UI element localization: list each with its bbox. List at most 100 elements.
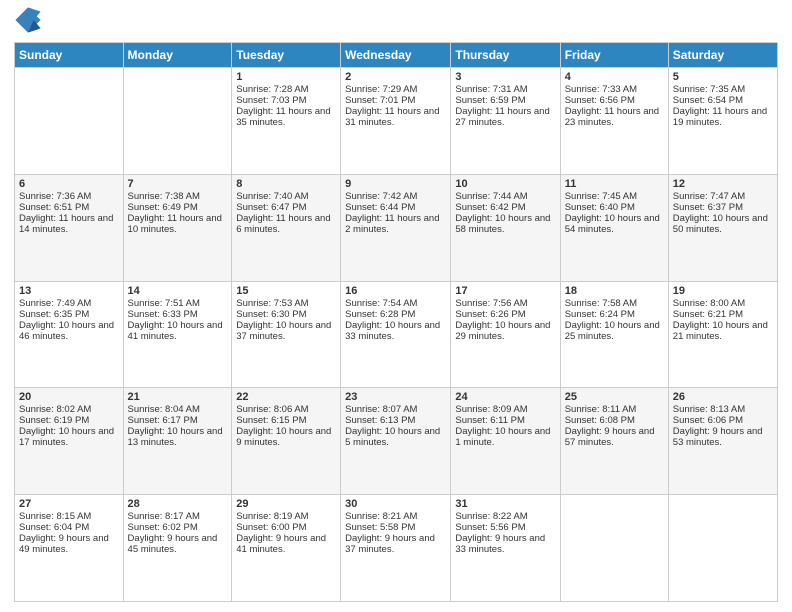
day-number: 29 [236, 498, 336, 510]
calendar-cell: 4Sunrise: 7:33 AMSunset: 6:56 PMDaylight… [560, 68, 668, 175]
sunset-text: Sunset: 6:42 PM [455, 202, 555, 213]
day-number: 4 [565, 71, 664, 83]
daylight-text: Daylight: 11 hours and 35 minutes. [236, 106, 336, 128]
sunset-text: Sunset: 6:49 PM [128, 202, 228, 213]
day-number: 1 [236, 71, 336, 83]
sunset-text: Sunset: 5:56 PM [455, 522, 555, 533]
calendar-week-row: 20Sunrise: 8:02 AMSunset: 6:19 PMDayligh… [15, 388, 778, 495]
calendar-cell: 23Sunrise: 8:07 AMSunset: 6:13 PMDayligh… [341, 388, 451, 495]
day-number: 28 [128, 498, 228, 510]
daylight-text: Daylight: 10 hours and 29 minutes. [455, 320, 555, 342]
sunrise-text: Sunrise: 7:49 AM [19, 298, 119, 309]
sunrise-text: Sunrise: 7:54 AM [345, 298, 446, 309]
calendar-cell: 12Sunrise: 7:47 AMSunset: 6:37 PMDayligh… [668, 174, 777, 281]
daylight-text: Daylight: 11 hours and 6 minutes. [236, 213, 336, 235]
day-number: 18 [565, 285, 664, 297]
sunset-text: Sunset: 6:56 PM [565, 95, 664, 106]
daylight-text: Daylight: 10 hours and 5 minutes. [345, 426, 446, 448]
day-number: 12 [673, 178, 773, 190]
day-of-week-header: Sunday [15, 43, 124, 68]
day-number: 23 [345, 391, 446, 403]
page-container: SundayMondayTuesdayWednesdayThursdayFrid… [0, 0, 792, 612]
day-of-week-header: Wednesday [341, 43, 451, 68]
daylight-text: Daylight: 11 hours and 10 minutes. [128, 213, 228, 235]
sunrise-text: Sunrise: 8:04 AM [128, 404, 228, 415]
day-number: 7 [128, 178, 228, 190]
daylight-text: Daylight: 10 hours and 9 minutes. [236, 426, 336, 448]
day-of-week-header: Saturday [668, 43, 777, 68]
day-of-week-header: Thursday [451, 43, 560, 68]
calendar-cell: 27Sunrise: 8:15 AMSunset: 6:04 PMDayligh… [15, 495, 124, 602]
sunrise-text: Sunrise: 7:29 AM [345, 84, 446, 95]
daylight-text: Daylight: 10 hours and 54 minutes. [565, 213, 664, 235]
sunset-text: Sunset: 6:26 PM [455, 309, 555, 320]
sunrise-text: Sunrise: 7:45 AM [565, 191, 664, 202]
daylight-text: Daylight: 10 hours and 17 minutes. [19, 426, 119, 448]
calendar-cell: 25Sunrise: 8:11 AMSunset: 6:08 PMDayligh… [560, 388, 668, 495]
daylight-text: Daylight: 9 hours and 53 minutes. [673, 426, 773, 448]
sunset-text: Sunset: 6:15 PM [236, 415, 336, 426]
sunrise-text: Sunrise: 7:53 AM [236, 298, 336, 309]
sunrise-text: Sunrise: 7:56 AM [455, 298, 555, 309]
sunrise-text: Sunrise: 7:35 AM [673, 84, 773, 95]
sunset-text: Sunset: 6:19 PM [19, 415, 119, 426]
day-number: 30 [345, 498, 446, 510]
day-number: 8 [236, 178, 336, 190]
calendar-cell: 19Sunrise: 8:00 AMSunset: 6:21 PMDayligh… [668, 281, 777, 388]
sunset-text: Sunset: 6:54 PM [673, 95, 773, 106]
sunset-text: Sunset: 6:28 PM [345, 309, 446, 320]
calendar-cell [668, 495, 777, 602]
sunrise-text: Sunrise: 7:47 AM [673, 191, 773, 202]
calendar-cell: 6Sunrise: 7:36 AMSunset: 6:51 PMDaylight… [15, 174, 124, 281]
sunrise-text: Sunrise: 8:19 AM [236, 511, 336, 522]
sunrise-text: Sunrise: 8:17 AM [128, 511, 228, 522]
day-number: 17 [455, 285, 555, 297]
day-number: 31 [455, 498, 555, 510]
daylight-text: Daylight: 10 hours and 46 minutes. [19, 320, 119, 342]
calendar-cell: 3Sunrise: 7:31 AMSunset: 6:59 PMDaylight… [451, 68, 560, 175]
sunrise-text: Sunrise: 7:58 AM [565, 298, 664, 309]
sunrise-text: Sunrise: 8:09 AM [455, 404, 555, 415]
sunrise-text: Sunrise: 8:00 AM [673, 298, 773, 309]
daylight-text: Daylight: 10 hours and 25 minutes. [565, 320, 664, 342]
day-number: 3 [455, 71, 555, 83]
daylight-text: Daylight: 11 hours and 19 minutes. [673, 106, 773, 128]
sunrise-text: Sunrise: 8:15 AM [19, 511, 119, 522]
sunset-text: Sunset: 6:11 PM [455, 415, 555, 426]
sunrise-text: Sunrise: 7:40 AM [236, 191, 336, 202]
sunset-text: Sunset: 6:06 PM [673, 415, 773, 426]
day-number: 20 [19, 391, 119, 403]
sunrise-text: Sunrise: 8:06 AM [236, 404, 336, 415]
calendar-cell: 17Sunrise: 7:56 AMSunset: 6:26 PMDayligh… [451, 281, 560, 388]
day-number: 11 [565, 178, 664, 190]
calendar-table: SundayMondayTuesdayWednesdayThursdayFrid… [14, 42, 778, 602]
sunset-text: Sunset: 6:04 PM [19, 522, 119, 533]
calendar-cell: 13Sunrise: 7:49 AMSunset: 6:35 PMDayligh… [15, 281, 124, 388]
day-of-week-header: Tuesday [232, 43, 341, 68]
logo-icon [14, 6, 42, 34]
sunrise-text: Sunrise: 8:11 AM [565, 404, 664, 415]
sunrise-text: Sunrise: 7:36 AM [19, 191, 119, 202]
calendar-cell: 14Sunrise: 7:51 AMSunset: 6:33 PMDayligh… [123, 281, 232, 388]
sunrise-text: Sunrise: 7:28 AM [236, 84, 336, 95]
daylight-text: Daylight: 11 hours and 14 minutes. [19, 213, 119, 235]
daylight-text: Daylight: 10 hours and 41 minutes. [128, 320, 228, 342]
daylight-text: Daylight: 10 hours and 33 minutes. [345, 320, 446, 342]
sunset-text: Sunset: 6:00 PM [236, 522, 336, 533]
daylight-text: Daylight: 10 hours and 1 minute. [455, 426, 555, 448]
day-number: 26 [673, 391, 773, 403]
sunrise-text: Sunrise: 7:42 AM [345, 191, 446, 202]
sunset-text: Sunset: 6:33 PM [128, 309, 228, 320]
daylight-text: Daylight: 11 hours and 2 minutes. [345, 213, 446, 235]
sunset-text: Sunset: 6:47 PM [236, 202, 336, 213]
day-number: 24 [455, 391, 555, 403]
sunrise-text: Sunrise: 7:31 AM [455, 84, 555, 95]
daylight-text: Daylight: 9 hours and 57 minutes. [565, 426, 664, 448]
day-number: 10 [455, 178, 555, 190]
calendar-cell: 20Sunrise: 8:02 AMSunset: 6:19 PMDayligh… [15, 388, 124, 495]
calendar-header-row: SundayMondayTuesdayWednesdayThursdayFrid… [15, 43, 778, 68]
day-number: 25 [565, 391, 664, 403]
calendar-cell: 11Sunrise: 7:45 AMSunset: 6:40 PMDayligh… [560, 174, 668, 281]
calendar-cell: 2Sunrise: 7:29 AMSunset: 7:01 PMDaylight… [341, 68, 451, 175]
daylight-text: Daylight: 10 hours and 21 minutes. [673, 320, 773, 342]
